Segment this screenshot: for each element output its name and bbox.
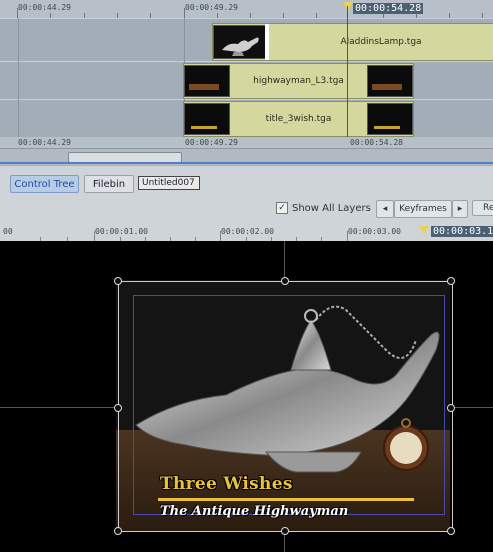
ruler-label: 00:00:01.00: [95, 227, 148, 236]
cut-off-button[interactable]: Re: [472, 200, 493, 216]
playhead-marker-icon[interactable]: [343, 2, 353, 11]
tab-filebin[interactable]: Filebin: [84, 175, 134, 193]
playhead[interactable]: [347, 6, 348, 139]
ruler-label: 00:00:02.00: [221, 227, 274, 236]
resize-handle[interactable]: [447, 527, 455, 535]
ruler-label: 00: [3, 227, 13, 236]
timeline-bottom-label: 00:00:44.29: [18, 138, 71, 147]
clip-thumbnail: [184, 103, 230, 135]
tab-control-tree[interactable]: Control Tree: [10, 175, 79, 193]
resize-handle[interactable]: [281, 277, 289, 285]
preview-canvas[interactable]: Three Wishes The Antique Highwayman: [0, 241, 493, 552]
title-underline-bar: [158, 498, 414, 501]
clip-thumbnail: [184, 65, 230, 97]
selection-bounding-box[interactable]: [118, 281, 453, 532]
panel-tabs-area: Control Tree Filebin Untitled007 ✓ Show …: [0, 165, 493, 225]
preview-ruler[interactable]: 00 00:00:01.00 00:00:02.00 00:00:03.00 0…: [0, 224, 493, 242]
clip-thumbnail: [213, 25, 267, 59]
clip-name: AladdinsLamp.tga: [340, 37, 422, 47]
clip-aladdins-lamp[interactable]: AladdinsLamp.tga: [212, 23, 493, 61]
timeline-bottom-label: 00:00:54.28: [350, 138, 403, 147]
current-timecode: 00:00:03.1: [431, 226, 493, 237]
timeline-bottom-label: 00:00:49.29: [185, 138, 238, 147]
next-keyframe-button[interactable]: ▸: [452, 200, 468, 218]
subtitle-antique-highwayman: The Antique Highwayman: [160, 504, 349, 519]
timeline-scrollbar[interactable]: [0, 148, 493, 165]
keyframes-button[interactable]: Keyframes: [394, 200, 452, 218]
current-time-marker-icon[interactable]: [419, 226, 429, 235]
resize-handle[interactable]: [114, 277, 122, 285]
resize-handle[interactable]: [114, 527, 122, 535]
ruler-label: 00:00:44.29: [18, 3, 71, 12]
resize-handle[interactable]: [447, 404, 455, 412]
resize-handle[interactable]: [281, 527, 289, 535]
ruler-label: 00:00:03.00: [348, 227, 401, 236]
resize-handle[interactable]: [447, 277, 455, 285]
clip-thumbnail: [367, 65, 413, 97]
title-three-wishes: Three Wishes: [160, 474, 293, 494]
clip-highwayman[interactable]: highwayman_L3.tga: [183, 63, 414, 99]
clip-title-3wish[interactable]: title_3wish.tga: [183, 101, 414, 137]
playhead-timecode: 00:00:54.28: [353, 3, 424, 14]
timeline-panel: 00:00:44.29 00:00:49.29 00:00:54.28 Alad…: [0, 0, 493, 165]
prev-keyframe-button[interactable]: ◂: [376, 200, 394, 218]
resize-handle[interactable]: [114, 404, 122, 412]
show-all-layers-toggle[interactable]: ✓ Show All Layers: [276, 202, 371, 214]
show-all-layers-label: Show All Layers: [292, 202, 371, 214]
checkbox-icon[interactable]: ✓: [276, 202, 288, 214]
ruler-label: 00:00:49.29: [185, 3, 238, 12]
scrollbar-accent-line: [0, 162, 493, 164]
untitled-name-field[interactable]: Untitled007: [138, 176, 200, 190]
clip-thumbnail: [367, 103, 413, 135]
